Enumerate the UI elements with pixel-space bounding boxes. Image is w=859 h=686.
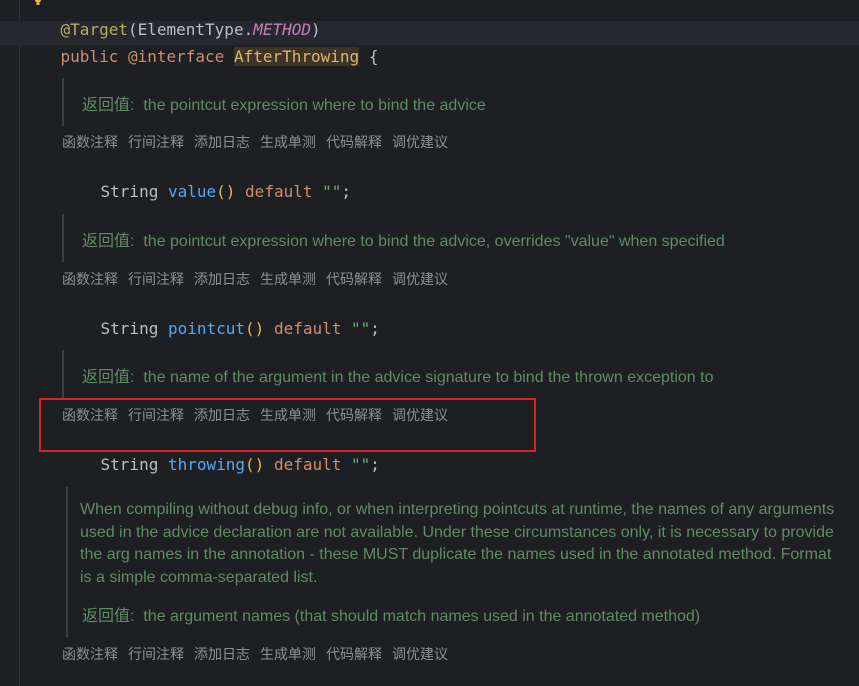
code-lens-function-comment[interactable]: 函数注释 — [62, 135, 118, 151]
code-lens-add-log[interactable]: 添加日志 — [194, 647, 250, 663]
doc-comment-bar — [62, 350, 64, 398]
open-brace: { — [368, 47, 379, 66]
doc-return-label: 返回值: — [82, 369, 135, 386]
doc-return-label: 返回值: — [82, 608, 135, 625]
code-lens-optimize[interactable]: 调优建议 — [392, 272, 448, 288]
doc-return-line: 返回值: the argument names (that should mat… — [82, 606, 700, 629]
code-lens-generate-test[interactable]: 生成单测 — [260, 272, 316, 288]
doc-comment-bar — [62, 214, 64, 262]
code-lens-inline-comment[interactable]: 行间注释 — [128, 272, 184, 288]
code-lens-explain-code[interactable]: 代码解释 — [326, 272, 382, 288]
code-lens-generate-test[interactable]: 生成单测 — [260, 135, 316, 151]
method-name: throwing — [167, 455, 246, 474]
doc-return-label: 返回值: — [82, 233, 135, 250]
semicolon: ; — [341, 182, 352, 201]
doc-return-line: 返回值: the pointcut expression where to bi… — [82, 95, 486, 118]
method-parens: () — [245, 319, 265, 338]
doc-return-label: 返回值: — [82, 97, 135, 114]
code-lens-explain-code[interactable]: 代码解释 — [326, 135, 382, 151]
semicolon: ; — [370, 455, 380, 474]
default-value: "" — [322, 182, 342, 201]
default-value: "" — [351, 455, 371, 474]
default-value: "" — [351, 319, 371, 338]
code-lens-function-comment[interactable]: 函数注释 — [62, 272, 118, 288]
code-lens-bar: 函数注释 行间注释 添加日志 生成单测 代码解释 调优建议 — [62, 133, 458, 153]
method-name: value — [167, 182, 217, 201]
code-lens-explain-code[interactable]: 代码解释 — [326, 647, 382, 663]
doc-return-text: the argument names (that should match na… — [143, 608, 701, 625]
code-line-method-argnames[interactable]: String argNames() default ""; — [62, 667, 380, 686]
code-lens-optimize[interactable]: 调优建议 — [392, 647, 448, 663]
return-type: String — [100, 319, 159, 338]
return-type: String — [100, 182, 159, 201]
return-type: String — [100, 455, 159, 474]
lightbulb-icon[interactable] — [33, 0, 43, 6]
code-lens-bar: 函数注释 行间注释 添加日志 生成单测 代码解释 调优建议 — [62, 645, 458, 665]
code-line-interface-declaration[interactable]: public @interface AfterThrowing { — [22, 21, 378, 66]
code-editor[interactable]: @Target(ElementType.METHOD) public @inte… — [0, 0, 859, 686]
keyword-default: default — [273, 455, 342, 474]
doc-description: When compiling without debug info, or wh… — [80, 501, 835, 586]
code-lens-optimize[interactable]: 调优建议 — [392, 135, 448, 151]
keyword-public: public — [60, 47, 119, 66]
doc-return-text: the name of the argument in the advice s… — [143, 369, 714, 386]
highlight-box — [39, 398, 536, 452]
semicolon: ; — [370, 319, 380, 338]
keyword-interface: @interface — [127, 47, 225, 66]
keyword-default: default — [245, 182, 313, 201]
code-lens-add-log[interactable]: 添加日志 — [194, 135, 250, 151]
doc-return-text: the pointcut expression where to bind th… — [143, 97, 486, 114]
code-line-method-pointcut[interactable]: String pointcut() default ""; — [62, 293, 380, 338]
gutter-divider — [19, 0, 20, 686]
code-lens-bar: 函数注释 行间注释 添加日志 生成单测 代码解释 调优建议 — [62, 270, 458, 290]
keyword-default: default — [273, 319, 342, 338]
doc-return-line: 返回值: the pointcut expression where to bi… — [82, 231, 725, 254]
code-lens-function-comment[interactable]: 函数注释 — [62, 647, 118, 663]
doc-comment-bar — [62, 78, 64, 126]
type-name: AfterThrowing — [233, 47, 360, 66]
code-line-target-annotation[interactable]: @Target(ElementType.METHOD) — [22, 0, 321, 39]
doc-comment-bar — [66, 487, 68, 637]
method-parens: () — [216, 182, 236, 201]
code-lens-inline-comment[interactable]: 行间注释 — [128, 135, 184, 151]
code-lens-inline-comment[interactable]: 行间注释 — [128, 647, 184, 663]
code-lens-generate-test[interactable]: 生成单测 — [260, 647, 316, 663]
method-name: pointcut — [167, 319, 246, 338]
doc-return-text: the pointcut expression where to bind th… — [143, 233, 725, 250]
method-parens: () — [245, 455, 265, 474]
code-line-method-value[interactable]: String value() default ""; — [62, 156, 352, 201]
doc-return-line: 返回值: the name of the argument in the adv… — [82, 367, 713, 390]
code-lens-add-log[interactable]: 添加日志 — [194, 272, 250, 288]
